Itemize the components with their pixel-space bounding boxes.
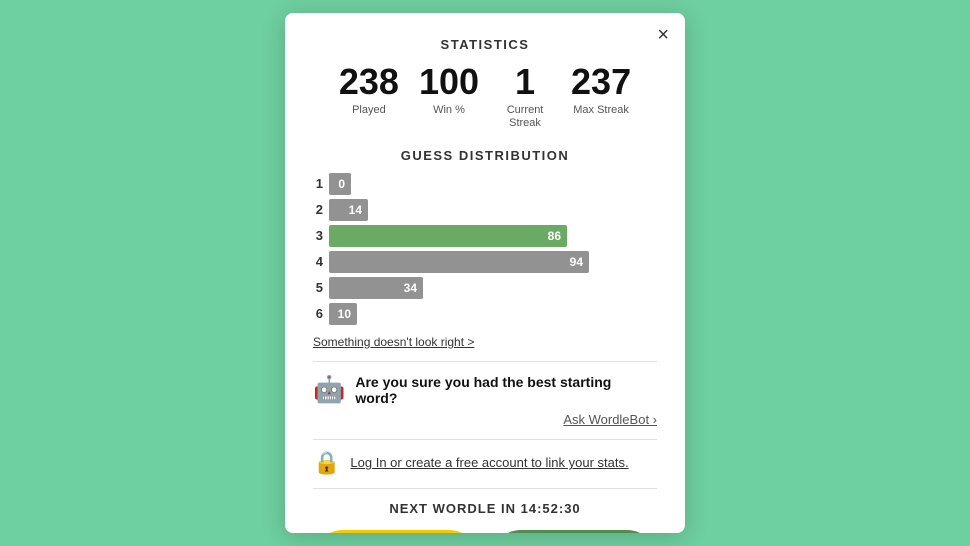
close-button[interactable]: × [657,25,669,45]
bar-row-1: 10 [313,173,657,195]
bar-row-2: 2 14 [313,199,657,221]
stat-played: 238 Played [339,62,399,130]
bar-value-4: 94 [570,255,583,269]
guess-distribution-title: GUESS DISTRIBUTION [313,148,657,163]
stats-row: 238 Played 100 Win % 1 Current Streak 23… [313,62,657,130]
bar-inner-1: 0 [329,173,351,195]
bar-inner-6: 10 [329,303,357,325]
bar-row-4: 4 94 [313,251,657,273]
stat-win-pct: 100 Win % [419,62,479,130]
next-wordle-section: NEXT WORDLE IN 14:52:30 [313,501,657,516]
wordlebot-question: Are you sure you had the best starting w… [355,374,657,406]
bar-value-6: 10 [338,307,351,321]
bar-outer-4: 94 [329,251,657,273]
bar-row-label-6: 6 [313,306,323,321]
spelling-bee-button[interactable]: Play Spelling Bee 🐝 [313,530,479,533]
ask-wordlebot-link[interactable]: Ask WordleBot › [313,412,657,427]
share-button[interactable]: Share [491,530,657,533]
bar-outer-2: 14 [329,199,657,221]
bar-row-label-4: 4 [313,254,323,269]
bar-row-5: 5 34 [313,277,657,299]
bar-outer-1: 0 [329,173,657,195]
bar-inner-4: 94 [329,251,589,273]
next-wordle-label: NEXT WORDLE IN [389,501,516,516]
wordlebot-section: 🤖 Are you sure you had the best starting… [313,361,657,440]
bar-row-label-3: 3 [313,228,323,243]
something-wrong-link[interactable]: Something doesn't look right > [313,335,657,349]
bar-value-2: 14 [349,203,362,217]
stat-played-number: 238 [339,62,399,102]
login-text[interactable]: Log In or create a free account to link … [350,455,628,470]
bar-inner-2: 14 [329,199,368,221]
login-section: 🔒 Log In or create a free account to lin… [313,450,657,489]
stat-current-streak: 1 Current Streak [499,62,551,130]
next-wordle-countdown: 14:52:30 [521,501,581,516]
bar-inner-5: 34 [329,277,423,299]
bar-row-3: 3 86 [313,225,657,247]
bar-value-3: 86 [548,229,561,243]
stat-max-streak-label: Max Streak [573,104,629,117]
action-buttons: Play Spelling Bee 🐝 Share [313,530,657,533]
stat-current-streak-label: Current Streak [507,104,544,130]
statistics-title: STATISTICS [313,37,657,52]
login-icon: 🔒 [313,450,340,476]
bar-row-label-1: 1 [313,176,323,191]
bar-outer-5: 34 [329,277,657,299]
bar-chart: 10214386494534610 [313,173,657,325]
bar-row-label-2: 2 [313,202,323,217]
bar-inner-3: 86 [329,225,567,247]
bar-row-label-5: 5 [313,280,323,295]
stat-max-streak-number: 237 [571,62,631,102]
bar-value-5: 34 [404,281,417,295]
bar-outer-6: 10 [329,303,657,325]
bar-outer-3: 86 [329,225,657,247]
statistics-modal: × STATISTICS 238 Played 100 Win % 1 Curr… [285,13,685,533]
wordlebot-row: 🤖 Are you sure you had the best starting… [313,374,657,406]
stat-current-streak-number: 1 [515,62,535,102]
bar-row-6: 6 10 [313,303,657,325]
stat-win-pct-number: 100 [419,62,479,102]
bar-value-1: 0 [338,177,345,191]
stat-played-label: Played [352,104,386,117]
robot-icon: 🤖 [313,374,345,405]
stat-win-pct-label: Win % [433,104,465,117]
stat-max-streak: 237 Max Streak [571,62,631,130]
